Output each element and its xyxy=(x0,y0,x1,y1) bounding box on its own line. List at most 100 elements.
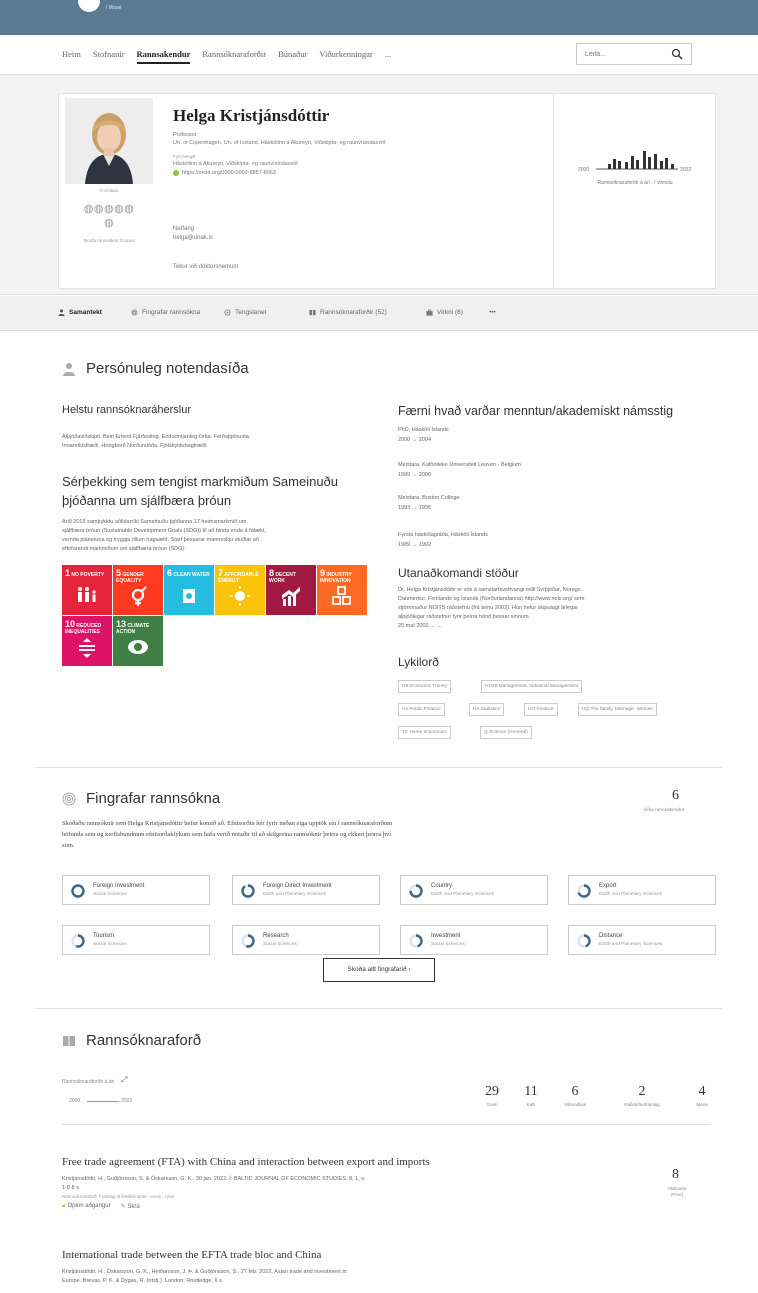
chart-end-year: 2022 xyxy=(680,167,691,173)
eye-globe-icon xyxy=(128,640,148,654)
external-position-line: stjórnmaður NOITS ráðstefnu (frá árinu 2… xyxy=(398,605,579,611)
nav-item-equipment[interactable]: Búnaður xyxy=(278,49,307,64)
fingerprint-concept-card[interactable]: Research Social Sciences xyxy=(232,925,380,955)
tab-activities[interactable]: Virkni (6) xyxy=(426,309,463,316)
tab-more[interactable]: ••• xyxy=(489,309,496,316)
sdg-tile-7[interactable]: 7 AFFORDABLE ENERGY xyxy=(215,565,265,615)
keyword-chip[interactable]: HA Statistics xyxy=(469,703,504,716)
water-icon xyxy=(183,589,195,603)
sdg-title-line: þjóðanna um sjálfbæra þróun xyxy=(62,493,232,508)
orcid-link[interactable]: https://orcid.org/0000-0002-8857-8063 xyxy=(173,170,276,176)
university-logo[interactable] xyxy=(78,0,100,12)
external-position-line: Dr. Helga Kristjánsdóttir er virk á sams… xyxy=(398,587,583,593)
sdg-tile-5[interactable]: 5 GENDER EQUALITY xyxy=(113,565,163,615)
tab-research-outputs[interactable]: Rannsóknaraforðir (52) xyxy=(309,309,387,316)
concept-weight-ring-icon xyxy=(577,934,591,948)
search-icon[interactable] xyxy=(671,48,683,60)
nav-item-home[interactable]: Heim xyxy=(62,49,81,64)
sdg-tile-8[interactable]: 8 DECENT WORK xyxy=(266,565,316,615)
scopus-link[interactable]: Skoða rannsóknir Scopus xyxy=(59,238,159,243)
keyword-chip[interactable]: HQ The family. Marriage. Woman xyxy=(578,703,657,716)
top-bar: í Wasé xyxy=(0,0,758,35)
person-icon xyxy=(63,362,75,376)
sdg-number: 6 xyxy=(167,568,173,578)
nav-item-research-outputs[interactable]: Rannsóknaraforðir xyxy=(202,49,266,64)
orcid-icon xyxy=(173,170,179,176)
sdg-tile-6[interactable]: 6 CLEAN WATER xyxy=(164,565,214,615)
stat-value: 29 xyxy=(485,1084,499,1099)
stat-reports[interactable]: 6 Viðmaðkjal xyxy=(553,1084,597,1107)
keyword-chip[interactable]: Q Science (General) xyxy=(480,726,532,739)
stat-articles[interactable]: 29 Grein xyxy=(474,1084,510,1107)
education-years: 1989 → 1992 xyxy=(398,542,432,548)
education-years: 1999 → 2000 xyxy=(398,472,432,478)
research-focus-title: Helstu rannsóknaráherslur xyxy=(62,404,192,416)
sdg-number: 10 xyxy=(65,619,76,629)
orcid-url: https://orcid.org/0000-0002-8857-8063 xyxy=(182,170,276,176)
fingerprint-concept-card[interactable]: Country Earth and Planetary Sciences xyxy=(400,875,548,905)
fingerprint-concept-card[interactable]: Foreign Direct Investment Earth and Plane… xyxy=(232,875,380,905)
sdg-tile-10[interactable]: 10 REDUCED INEQUALITIES xyxy=(62,616,112,666)
globe-icon: ◍ xyxy=(103,217,115,229)
email-link[interactable]: helga@unak.is xyxy=(173,235,213,241)
keyword-chip[interactable]: HG Finance xyxy=(524,703,558,716)
concept-category: Earth and Planetary Sciences xyxy=(263,892,327,897)
tab-fingerprint[interactable]: Fingrafar rannsókna xyxy=(131,309,200,316)
concept-category: Earth and Planetary Sciences xyxy=(599,942,663,947)
outputs-year-start: 2000 xyxy=(69,1098,81,1104)
search-input[interactable] xyxy=(577,44,667,64)
keyword-chip[interactable]: HJ Public Finance xyxy=(398,703,445,716)
fingerprint-concept-card[interactable]: Investment Social Sciences xyxy=(400,925,548,955)
education-title: Færni hvað varðar menntun/akademískt nám… xyxy=(398,404,674,418)
publication-meta: Europe. Brevas, P. K. & Dygas, R. (ritst… xyxy=(62,1278,224,1284)
sdg-tile-1[interactable]: 1 NO POVERTY xyxy=(62,565,112,615)
email-label: Netfang xyxy=(173,226,195,232)
nav-item-prizes[interactable]: Viðurkenningar xyxy=(319,49,372,64)
publication-meta: Kristjánsdóttir, H., Óskarsson, G. K., H… xyxy=(62,1269,347,1275)
similar-label[interactable]: Álíka rannsakendur xyxy=(643,808,684,813)
concept-name: Foreign Investment xyxy=(93,883,145,889)
keyword-chip[interactable]: TX Home economics xyxy=(398,726,451,739)
nav-item-institutions[interactable]: Stofnanir xyxy=(93,49,125,64)
publication-title[interactable]: International trade between the EFTA tra… xyxy=(62,1249,321,1261)
sdg-tile-9[interactable]: 9 INDUSTRY INNOVATION xyxy=(317,565,367,615)
expand-icon[interactable]: ⤢ xyxy=(121,1075,127,1085)
external-position-line: Danmerkur, Finnlands og Íslands (Norðurl… xyxy=(398,596,585,602)
globe-icons[interactable]: ◍◍◍◍◍ ◍ xyxy=(59,202,159,230)
tab-network[interactable]: Tengslanet xyxy=(224,309,266,316)
external-positions-title: Utanaðkomandi stöður xyxy=(398,566,519,580)
fingerprint-concept-card[interactable]: Tourism Social Sciences xyxy=(62,925,210,955)
tab-overview[interactable]: Samantekt xyxy=(58,309,102,316)
concept-category: Social Sciences xyxy=(93,942,127,947)
outputs-year-end: 2022 xyxy=(121,1098,133,1104)
file-link[interactable]: ✎ Skrá xyxy=(121,1203,140,1210)
education-degree: PhD, Háskóli Íslands xyxy=(398,427,449,433)
concept-weight-ring-icon xyxy=(409,934,423,948)
concept-category: Earth and Planetary Sciences xyxy=(431,892,495,897)
stat-more[interactable]: 4 Meira xyxy=(684,1084,720,1107)
publication-title[interactable]: Free trade agreement (FTA) with China an… xyxy=(62,1156,430,1168)
open-access-badge[interactable]: 🔓︎ Opinn aðgangur xyxy=(62,1203,111,1210)
briefcase-icon xyxy=(426,309,433,316)
nav-item-more[interactable]: ... xyxy=(385,49,391,64)
stat-value: 4 xyxy=(698,1084,706,1099)
fingerprint-concept-card[interactable]: Distance Earth and Planetary Sciences xyxy=(568,925,716,955)
more-icon: ••• xyxy=(489,309,496,316)
stat-chapters[interactable]: 11 Kafli xyxy=(513,1084,549,1107)
keyword-chip[interactable]: HB Economic Theory xyxy=(398,680,452,693)
nav-item-researchers[interactable]: Rannsakendur xyxy=(136,49,191,64)
sdg-text-line: sjálfbæra þróun (Sustainable Development… xyxy=(62,528,266,534)
sdg-tile-13[interactable]: 13 CLIMATE ACTION xyxy=(113,616,163,666)
similar-count[interactable]: 6 xyxy=(672,788,679,804)
file-label: Skrá xyxy=(127,1204,140,1210)
keyword-chip[interactable]: HD28 Management. Industrial Management xyxy=(481,680,583,693)
fingerprint-concept-card[interactable]: Foreign Investment Social Sciences xyxy=(62,875,210,905)
outputs-header: Rannsóknaraforð xyxy=(62,1032,201,1049)
view-all-fingerprint-button[interactable]: Skoða allt fingrafarið › xyxy=(323,958,435,982)
stat-conference[interactable]: 2 Ráðstefnuframlag xyxy=(604,1084,680,1107)
person-icon xyxy=(58,309,65,316)
file-icon: ✎ xyxy=(120,1204,126,1210)
profile-title: Prófessor xyxy=(173,132,197,138)
fingerprint-concept-card[interactable]: Export Earth and Planetary Sciences xyxy=(568,875,716,905)
profile-name: Helga Kristjánsdóttir xyxy=(173,106,330,125)
